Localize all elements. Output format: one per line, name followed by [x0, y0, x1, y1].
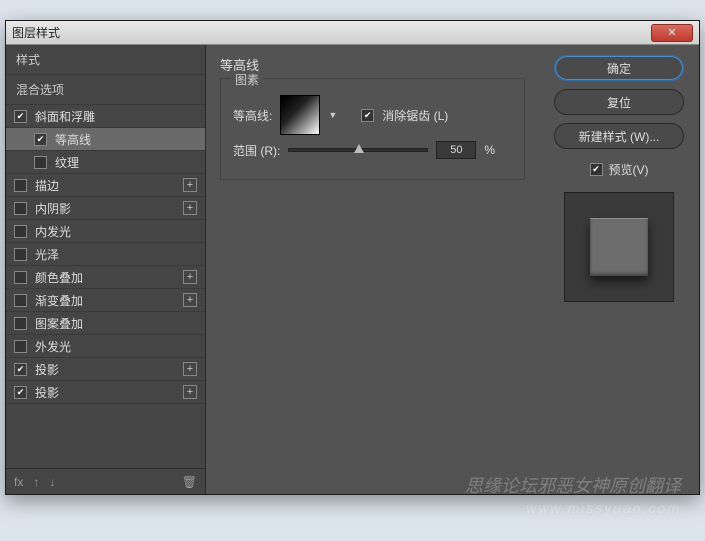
panel-title: 等高线 — [220, 55, 525, 74]
close-icon: ✕ — [667, 26, 676, 39]
effect-checkbox[interactable] — [14, 294, 27, 307]
effect-row-0[interactable]: 斜面和浮雕 — [6, 105, 205, 128]
effect-checkbox[interactable] — [14, 248, 27, 261]
right-panel: 确定 复位 新建样式 (W)... 预览(V) — [539, 45, 699, 494]
add-effect-icon[interactable]: + — [183, 293, 197, 307]
effect-row-6[interactable]: 光泽 — [6, 243, 205, 266]
effect-label: 斜面和浮雕 — [35, 108, 95, 125]
range-slider[interactable] — [288, 148, 428, 152]
add-effect-icon[interactable]: + — [183, 270, 197, 284]
effect-checkbox[interactable] — [14, 225, 27, 238]
effect-label: 描边 — [35, 177, 59, 194]
effect-row-1[interactable]: 等高线 — [6, 128, 205, 151]
move-up-icon[interactable]: ↑ — [33, 475, 39, 489]
blend-options-header[interactable]: 混合选项 — [6, 75, 205, 105]
effect-checkbox[interactable] — [34, 156, 47, 169]
slider-thumb-icon[interactable] — [354, 144, 364, 153]
effect-checkbox[interactable] — [34, 133, 47, 146]
effect-row-4[interactable]: 内阴影 + — [6, 197, 205, 220]
contour-picker[interactable] — [280, 95, 320, 135]
effect-label: 光泽 — [35, 246, 59, 263]
effect-label: 内发光 — [35, 223, 71, 240]
effect-row-8[interactable]: 渐变叠加 + — [6, 289, 205, 312]
effect-row-3[interactable]: 描边 + — [6, 174, 205, 197]
effect-checkbox[interactable] — [14, 179, 27, 192]
dialog-title: 图层样式 — [12, 24, 60, 41]
effect-label: 投影 — [35, 361, 59, 378]
preview-inner — [590, 218, 648, 276]
effect-label: 颜色叠加 — [35, 269, 83, 286]
add-effect-icon[interactable]: + — [183, 178, 197, 192]
effects-list: 斜面和浮雕等高线纹理描边 + 内阴影 + 内发光光泽颜色叠加 + 渐变叠加 + 图案叠加外发光投… — [6, 105, 205, 468]
effect-row-11[interactable]: 投影 + — [6, 358, 205, 381]
elements-group: 图素 等高线: ▼ 消除锯齿 (L) 范围 (R): 50 % — [220, 78, 525, 180]
range-value-input[interactable]: 50 — [436, 141, 476, 159]
group-legend: 图素 — [231, 71, 263, 88]
add-effect-icon[interactable]: + — [183, 385, 197, 399]
effect-label: 外发光 — [35, 338, 71, 355]
effect-checkbox[interactable] — [14, 386, 27, 399]
trash-icon[interactable]: 🗑 — [182, 475, 197, 489]
range-unit: % — [484, 143, 495, 157]
effect-label: 等高线 — [55, 131, 91, 148]
effect-checkbox[interactable] — [14, 340, 27, 353]
fx-icon[interactable]: fx — [14, 475, 23, 489]
sidebar-footer: fx ↑ ↓ 🗑 — [6, 468, 205, 494]
antialias-label: 消除锯齿 (L) — [382, 107, 448, 124]
effect-row-5[interactable]: 内发光 — [6, 220, 205, 243]
styles-header[interactable]: 样式 — [6, 45, 205, 75]
antialias-checkbox[interactable] — [361, 109, 374, 122]
effect-row-12[interactable]: 投影 + — [6, 381, 205, 404]
preview-checkbox[interactable] — [590, 163, 603, 176]
effect-checkbox[interactable] — [14, 317, 27, 330]
settings-panel: 等高线 图素 等高线: ▼ 消除锯齿 (L) 范围 (R): 50 — [206, 45, 539, 494]
effect-label: 投影 — [35, 384, 59, 401]
range-label: 范围 (R): — [233, 142, 280, 159]
add-effect-icon[interactable]: + — [183, 201, 197, 215]
contour-label: 等高线: — [233, 107, 272, 124]
ok-button[interactable]: 确定 — [554, 55, 684, 81]
add-effect-icon[interactable]: + — [183, 362, 197, 376]
effect-checkbox[interactable] — [14, 110, 27, 123]
effect-label: 纹理 — [55, 154, 79, 171]
effect-checkbox[interactable] — [14, 271, 27, 284]
effect-row-7[interactable]: 颜色叠加 + — [6, 266, 205, 289]
layer-style-dialog: 图层样式 ✕ 样式 混合选项 斜面和浮雕等高线纹理描边+内阴影+内发光光泽颜色叠… — [5, 20, 700, 495]
close-button[interactable]: ✕ — [651, 24, 693, 42]
move-down-icon[interactable]: ↓ — [49, 475, 55, 489]
effect-label: 图案叠加 — [35, 315, 83, 332]
titlebar[interactable]: 图层样式 ✕ — [6, 21, 699, 45]
effect-checkbox[interactable] — [14, 363, 27, 376]
sidebar: 样式 混合选项 斜面和浮雕等高线纹理描边 + 内阴影 + 内发光光泽颜色叠加 + 渐变叠加 +… — [6, 45, 206, 494]
effect-row-10[interactable]: 外发光 — [6, 335, 205, 358]
reset-button[interactable]: 复位 — [554, 89, 684, 115]
new-style-button[interactable]: 新建样式 (W)... — [554, 123, 684, 149]
effect-label: 渐变叠加 — [35, 292, 83, 309]
effect-label: 内阴影 — [35, 200, 71, 217]
effect-row-9[interactable]: 图案叠加 — [6, 312, 205, 335]
preview-swatch — [564, 192, 674, 302]
chevron-down-icon[interactable]: ▼ — [328, 110, 337, 120]
effect-row-2[interactable]: 纹理 — [6, 151, 205, 174]
effect-checkbox[interactable] — [14, 202, 27, 215]
preview-label: 预览(V) — [609, 161, 649, 178]
